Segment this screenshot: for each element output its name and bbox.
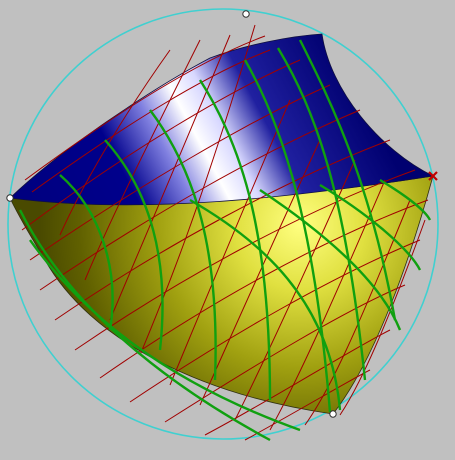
control-point-top[interactable] [242,10,250,18]
surface-render [6,8,439,442]
control-point-bottom[interactable] [329,410,337,418]
3d-viewport[interactable] [0,0,455,460]
control-point-left[interactable] [6,194,14,202]
